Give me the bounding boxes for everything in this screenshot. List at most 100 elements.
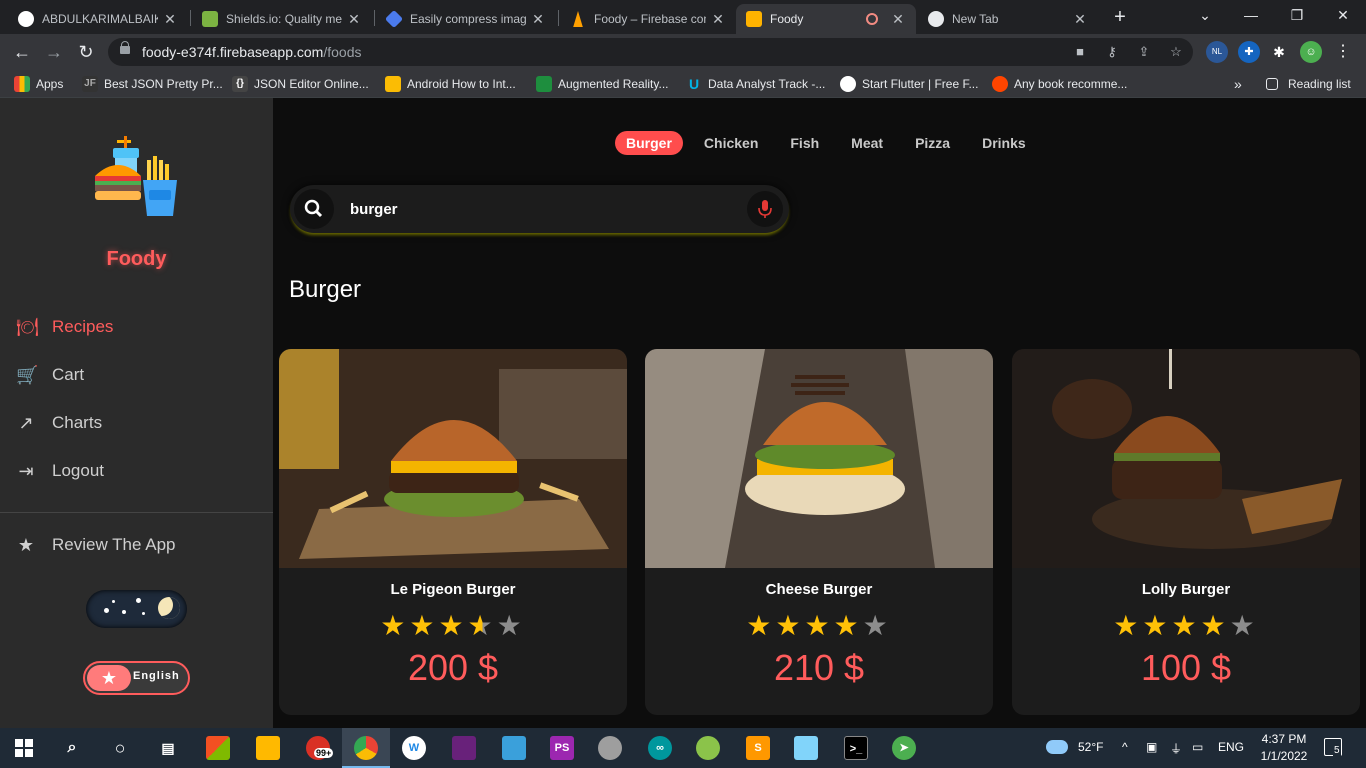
arduino-icon[interactable]: ∞ <box>648 736 672 760</box>
close-icon[interactable]: ✕ <box>346 11 362 28</box>
bookmark-json-editor[interactable]: {} JSON Editor Online... <box>232 75 369 93</box>
database-icon[interactable] <box>598 736 622 760</box>
tab-burger[interactable]: Burger <box>615 131 683 155</box>
tab-pizza[interactable]: Pizza <box>904 131 961 155</box>
language-toggle[interactable]: ★ English <box>83 661 190 695</box>
food-image <box>645 349 993 568</box>
weather-icon[interactable] <box>1046 740 1068 754</box>
food-card[interactable]: Lolly Burger ★★★★★ 100 $ <box>1012 349 1360 715</box>
clock[interactable]: 4:37 PM 1/1/2022 <box>1256 731 1312 765</box>
extension-flag-icon[interactable]: ✚ <box>1238 41 1260 63</box>
microphone-icon[interactable] <box>747 191 783 227</box>
close-icon[interactable]: ✕ <box>890 11 906 28</box>
new-tab-button[interactable]: + <box>1108 6 1132 30</box>
file-explorer-icon[interactable] <box>256 736 280 760</box>
restore-button[interactable]: ❐ <box>1274 4 1320 28</box>
tab-meat[interactable]: Meat <box>840 131 894 155</box>
weather-temp[interactable]: 52°F <box>1078 740 1103 754</box>
puzzle-icon[interactable]: ✱ <box>1268 41 1290 63</box>
menu-icon[interactable]: ⋮ <box>1332 41 1354 63</box>
app-icon-w[interactable]: W <box>402 736 426 760</box>
tab-fish[interactable]: Fish <box>779 131 830 155</box>
tab-foody[interactable]: Foody ✕ <box>736 4 916 34</box>
chrome-taskbar-button[interactable] <box>342 728 390 768</box>
review-app-button[interactable]: ★ Review The App <box>16 532 176 558</box>
search-input[interactable] <box>350 197 730 221</box>
reload-button[interactable]: ↻ <box>72 38 100 66</box>
bookmark-apps[interactable]: Apps <box>14 75 63 93</box>
recording-icon <box>866 13 878 25</box>
task-view-icon[interactable]: ▤ <box>156 736 180 760</box>
star-icon: ★ <box>833 610 863 641</box>
star-icon: ★ <box>1113 610 1143 641</box>
nav-label: Recipes <box>52 317 114 336</box>
nav-logout[interactable]: ⇥ Logout <box>16 458 104 484</box>
bookmark-flutter[interactable]: Start Flutter | Free F... <box>840 75 978 93</box>
review-label: Review The App <box>52 535 176 554</box>
extension-nl-icon[interactable]: NL <box>1206 41 1228 63</box>
foody-logo <box>95 136 177 216</box>
tool-icon[interactable] <box>502 736 526 760</box>
language-indicator[interactable]: ENG <box>1218 740 1244 754</box>
reddit-icon <box>992 76 1008 92</box>
send-icon[interactable]: ➤ <box>892 736 916 760</box>
chevron-up-icon[interactable]: ^ <box>1122 740 1128 754</box>
tab-compress[interactable]: Easily compress image ✕ <box>376 4 556 34</box>
tab-label: New Tab <box>952 12 999 26</box>
trend-icon: ↗ <box>18 413 34 433</box>
tab-newtab[interactable]: New Tab ✕ <box>918 4 1098 34</box>
reading-list-button[interactable]: Reading list <box>1266 75 1351 93</box>
bookmarks-overflow-icon[interactable]: » <box>1234 75 1242 93</box>
bookmark-android[interactable]: Android How to Int... <box>385 75 516 93</box>
bookmark-udacity[interactable]: U Data Analyst Track -... <box>686 75 825 93</box>
notifications-icon[interactable]: 5 <box>1324 738 1342 756</box>
back-button[interactable]: ← <box>8 38 36 66</box>
search-icon[interactable] <box>294 189 334 229</box>
store-icon[interactable] <box>206 736 230 760</box>
bookmark-ar[interactable]: Augmented Reality... <box>536 75 669 93</box>
nav-cart[interactable]: 🛒 Cart <box>16 362 84 388</box>
tab-github[interactable]: ABDULKARIMALBAIK/ ✕ <box>8 4 188 34</box>
food-card[interactable]: Le Pigeon Burger ★★★★★ 200 $ <box>279 349 627 715</box>
bookmark-json-pretty[interactable]: JF Best JSON Pretty Pr... <box>82 75 223 93</box>
star-bookmark-icon[interactable]: ☆ <box>1168 44 1184 60</box>
phpstorm-icon[interactable]: PS <box>550 736 574 760</box>
notes-icon[interactable] <box>794 736 818 760</box>
share-icon[interactable]: ⇪ <box>1136 44 1152 60</box>
minimize-button[interactable]: — <box>1228 4 1274 28</box>
tab-label: Foody <box>770 12 804 26</box>
nav-charts[interactable]: ↗ Charts <box>16 410 102 436</box>
forward-button[interactable]: → <box>40 38 68 66</box>
cortana-icon[interactable]: ○ <box>108 736 132 760</box>
camera-icon[interactable]: ■ <box>1072 44 1088 60</box>
tab-chicken[interactable]: Chicken <box>693 131 769 155</box>
sublime-icon[interactable]: S <box>746 736 770 760</box>
visual-studio-icon[interactable] <box>452 736 476 760</box>
windows-start-icon[interactable] <box>12 736 36 760</box>
close-icon[interactable]: ✕ <box>1072 11 1088 28</box>
close-icon[interactable]: ✕ <box>530 11 546 28</box>
tab-search-icon[interactable]: ⌄ <box>1182 4 1228 28</box>
avatar[interactable]: ☺ <box>1300 41 1322 63</box>
close-icon[interactable]: ✕ <box>162 11 178 28</box>
nav-label: Charts <box>52 413 103 432</box>
bookmark-reddit[interactable]: Any book recomme... <box>992 75 1127 93</box>
tab-firebase[interactable]: Foody – Firebase cons ✕ <box>560 4 736 34</box>
terminal-icon[interactable]: >_ <box>844 736 868 760</box>
usb-icon[interactable]: ⏚ <box>1170 740 1182 757</box>
key-icon[interactable]: ⚷ <box>1104 44 1120 60</box>
battery-icon[interactable]: ▭ <box>1192 740 1203 754</box>
window-close-button[interactable]: ✕ <box>1320 4 1366 28</box>
tab-drinks[interactable]: Drinks <box>971 131 1037 155</box>
address-bar[interactable]: foody-e374f.firebaseapp.com/foods ■ ⚷ ⇪ … <box>108 38 1193 66</box>
rating-stars: ★★★★★ <box>645 609 993 642</box>
dark-mode-toggle[interactable] <box>86 590 187 628</box>
snail-icon[interactable] <box>696 736 720 760</box>
tab-shields[interactable]: Shields.io: Quality met ✕ <box>192 4 372 34</box>
meet-icon[interactable]: ▣ <box>1146 740 1157 754</box>
chrome-icon <box>928 11 944 27</box>
nav-recipes[interactable]: 🍽 Recipes <box>16 314 113 340</box>
search-icon[interactable]: ⌕ <box>60 736 84 760</box>
food-card[interactable]: Cheese Burger ★★★★★ 210 $ <box>645 349 993 715</box>
close-icon[interactable]: ✕ <box>710 11 726 28</box>
